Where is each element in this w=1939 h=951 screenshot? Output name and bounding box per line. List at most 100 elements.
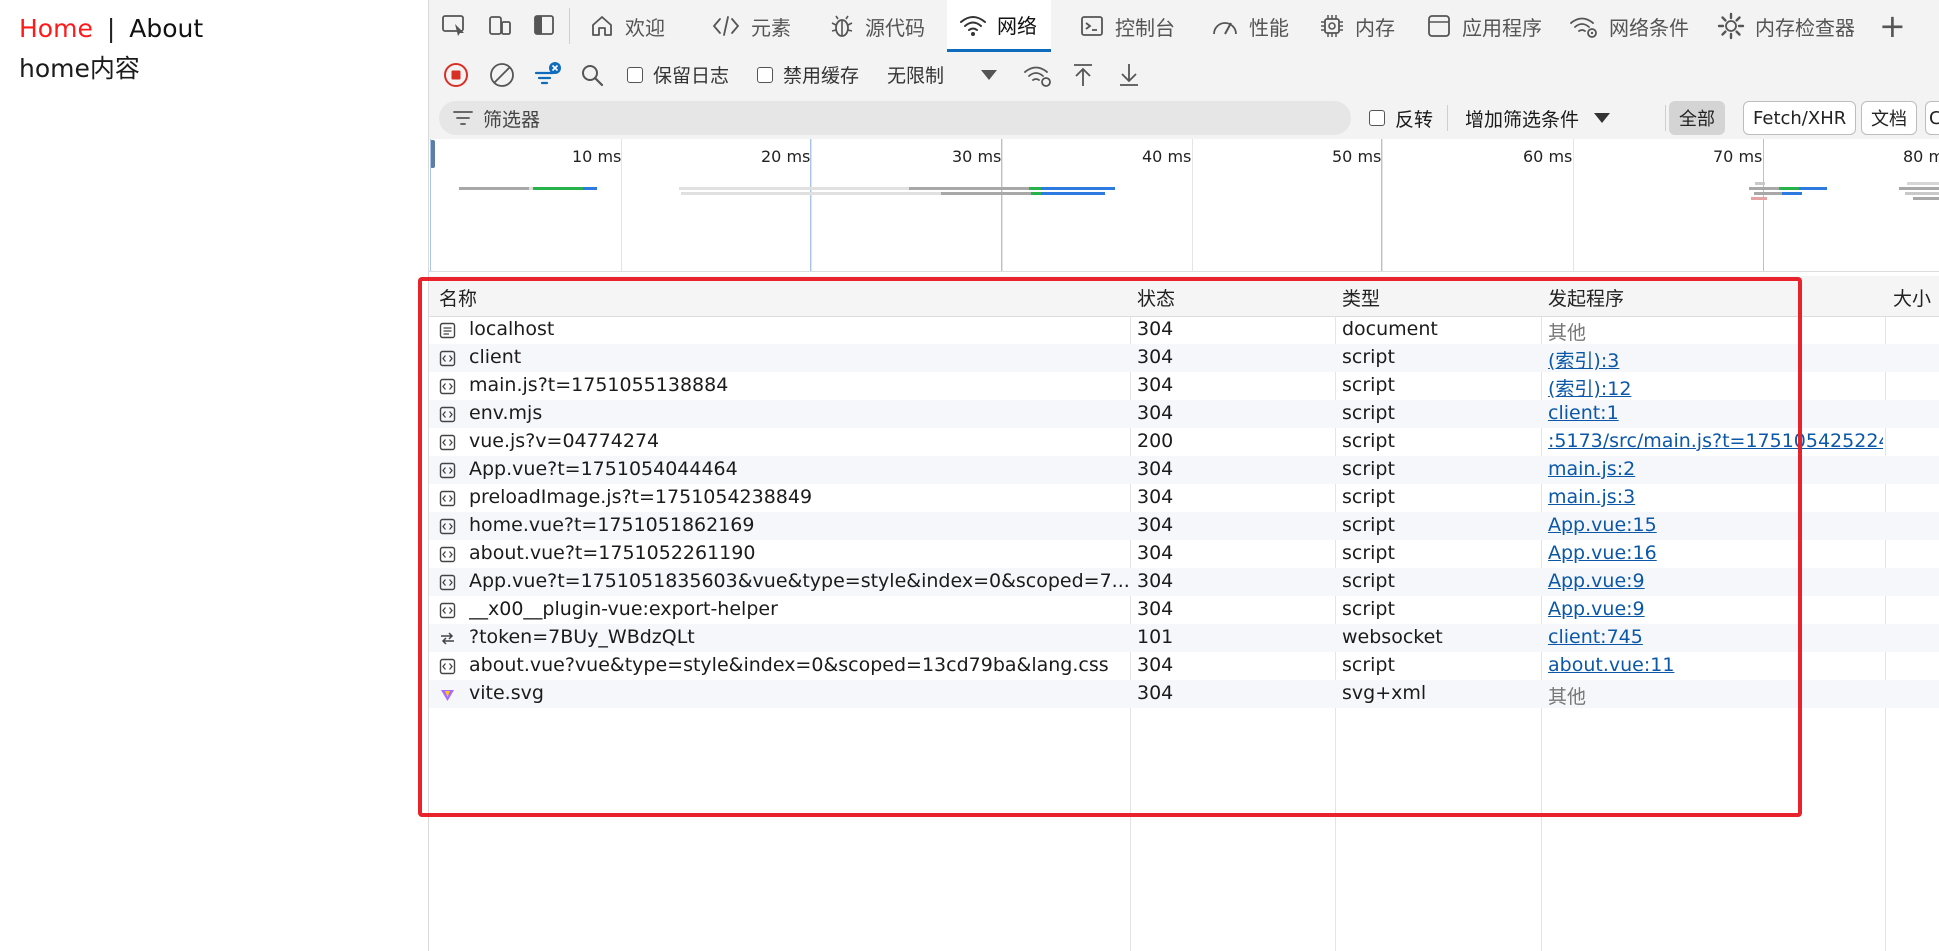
header-status[interactable]: 状态 — [1137, 284, 1175, 311]
table-row[interactable]: env.mjs 304 script client:1 — [429, 400, 1939, 428]
tab-console-label: 控制台 — [1115, 15, 1175, 40]
filter-input[interactable]: 筛选器 — [439, 101, 1351, 135]
request-name: App.vue?t=1751054044464 — [469, 458, 738, 480]
add-tab-button[interactable]: + — [1879, 0, 1919, 52]
initiator-link[interactable]: App.vue:16 — [1548, 542, 1883, 564]
filter-type-fetch-xhr[interactable]: Fetch/XHR — [1743, 101, 1857, 135]
search-button[interactable] — [579, 52, 605, 97]
table-row[interactable]: ?token=7BUy_WBdzQLt 101 websocket client:74… — [429, 624, 1939, 652]
clear-button[interactable] — [489, 52, 515, 97]
filter-lines-icon — [534, 61, 561, 84]
dock-side-icon[interactable] — [529, 10, 559, 40]
tab-memory-inspector[interactable]: 内存检查器 — [1707, 0, 1877, 52]
tab-network-conditions[interactable]: 网络条件 — [1559, 0, 1724, 52]
header-type[interactable]: 类型 — [1342, 284, 1380, 311]
tab-memory[interactable]: 内存 — [1309, 0, 1419, 52]
network-settings-button[interactable] — [1023, 52, 1053, 97]
script-icon — [439, 658, 456, 675]
filter-type-doc[interactable]: 文档 — [1861, 101, 1917, 135]
table-row[interactable]: App.vue?t=1751054044464 304 script main.js:… — [429, 456, 1939, 484]
table-row[interactable]: home.vue?t=1751051862169 304 script App.vue… — [429, 512, 1939, 540]
timeline-tick: 30 ms — [952, 139, 1003, 271]
waterfall-bar — [1041, 192, 1105, 195]
table-row[interactable]: localhost 304 document 其他 — [429, 316, 1939, 344]
request-status: 200 — [1137, 430, 1174, 452]
tab-elements[interactable]: 元素 — [701, 0, 811, 52]
table-row[interactable]: App.vue?t=1751051835603&vue&type=style&i… — [429, 568, 1939, 596]
export-har-button[interactable] — [1117, 52, 1141, 97]
wifi-icon — [960, 15, 986, 36]
request-type: script — [1342, 570, 1395, 592]
throttle-select[interactable]: 无限制 — [887, 52, 998, 97]
waterfall-bar — [1799, 187, 1827, 190]
table-row[interactable]: client 304 script (索引):3 — [429, 344, 1939, 372]
header-initiator[interactable]: 发起程序 — [1548, 284, 1624, 311]
initiator-link[interactable]: App.vue:9 — [1548, 570, 1883, 592]
wifi-gear-icon — [1024, 66, 1051, 87]
initiator-link[interactable]: client:745 — [1548, 626, 1883, 648]
header-size[interactable]: 大小 — [1893, 284, 1931, 311]
request-type: script — [1342, 402, 1395, 424]
script-icon — [439, 546, 456, 563]
tab-welcome-label: 欢迎 — [625, 15, 665, 40]
home-link[interactable]: Home — [19, 14, 93, 43]
clear-icon — [490, 62, 514, 87]
tab-welcome[interactable]: 欢迎 — [579, 0, 689, 52]
preserve-log-checkbox[interactable]: 保留日志 — [627, 52, 729, 97]
inspect-element-icon[interactable] — [439, 10, 469, 40]
invert-label: 反转 — [1395, 108, 1434, 131]
table-row[interactable]: vue.js?v=04774274 200 script:5173/src/main… — [429, 428, 1939, 456]
invert-checkbox[interactable]: 反转 — [1369, 97, 1433, 139]
tab-network[interactable]: 网络 — [947, 0, 1051, 52]
websocket-icon — [439, 630, 456, 647]
initiator-link[interactable]: main.js:3 — [1548, 486, 1883, 508]
record-button[interactable] — [443, 52, 469, 97]
filter-icon — [453, 111, 473, 125]
tab-application[interactable]: 应用程序 — [1416, 0, 1574, 52]
request-name: ?token=7BUy_WBdzQLt — [469, 626, 695, 648]
table-row[interactable]: main.js?t=1751055138884 304 script (索引):12 — [429, 372, 1939, 400]
tab-console[interactable]: 控制台 — [1069, 0, 1209, 52]
request-table: 名称 状态 类型 发起程序 大小 localhost 304 document 其他 c… — [429, 276, 1939, 951]
table-row[interactable]: about.vue?vue&type=style&index=0&scoped=… — [429, 652, 1939, 680]
request-name: about.vue?vue&type=style&index=0&scoped=… — [469, 654, 1109, 676]
table-row[interactable]: __x00__plugin-vue:export-helper 304 script… — [429, 596, 1939, 624]
script-icon — [439, 378, 456, 395]
header-name[interactable]: 名称 — [439, 284, 477, 311]
filter-type-css[interactable]: C — [1925, 101, 1939, 135]
more-filters-button[interactable]: 增加筛选条件 — [1465, 97, 1611, 139]
script-icon — [439, 350, 456, 367]
request-status: 304 — [1137, 682, 1174, 704]
disable-cache-checkbox[interactable]: 禁用缓存 — [757, 52, 859, 97]
initiator-link[interactable]: (索引):3 — [1548, 346, 1883, 373]
request-name: main.js?t=1751055138884 — [469, 374, 729, 396]
table-row[interactable]: preloadImage.js?t=1751054238849 304 script… — [429, 484, 1939, 512]
waterfall-bar — [681, 192, 941, 195]
initiator-link[interactable]: (索引):12 — [1548, 374, 1883, 401]
request-name: preloadImage.js?t=1751054238849 — [469, 486, 813, 508]
initiator-link[interactable]: App.vue:9 — [1548, 598, 1883, 620]
network-toolbar: 保留日志 禁用缓存 无限制 — [429, 52, 1939, 98]
initiator-link[interactable]: main.js:2 — [1548, 458, 1883, 480]
tabbar-divider — [569, 8, 570, 44]
table-row[interactable]: about.vue?t=1751052261190 304 script App.vu… — [429, 540, 1939, 568]
initiator-text: 其他 — [1548, 686, 1587, 708]
request-status: 304 — [1137, 570, 1174, 592]
device-emulation-icon[interactable] — [485, 10, 515, 40]
initiator-link[interactable]: client:1 — [1548, 402, 1883, 424]
initiator-link[interactable]: :5173/src/main.js?t=1751054252247 — [1548, 430, 1883, 452]
tab-performance[interactable]: 性能 — [1201, 0, 1311, 52]
tick-label: 70 ms — [1713, 147, 1763, 166]
table-row[interactable]: vite.svg 304 svg+xml 其他 — [429, 680, 1939, 708]
tab-sources[interactable]: 源代码 — [819, 0, 949, 52]
filter-type-all[interactable]: 全部 — [1669, 101, 1725, 135]
about-link[interactable]: About — [129, 14, 203, 43]
request-status: 304 — [1137, 654, 1174, 676]
tick-label: 50 ms — [1332, 147, 1382, 166]
disable-cache-label: 禁用缓存 — [783, 65, 860, 87]
request-name: home.vue?t=1751051862169 — [469, 514, 755, 536]
initiator-link[interactable]: App.vue:15 — [1548, 514, 1883, 536]
import-har-button[interactable] — [1071, 52, 1095, 97]
initiator-link[interactable]: about.vue:11 — [1548, 654, 1883, 676]
filter-toggle-button[interactable] — [533, 52, 563, 97]
